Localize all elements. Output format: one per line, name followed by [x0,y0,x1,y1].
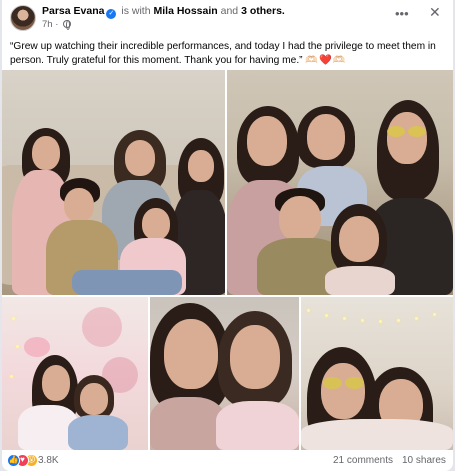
tagged-person-link[interactable]: Mila Hossain [154,5,218,17]
post-footer: 👍 ♥ 😮 3.8K 21 comments 10 shares [2,450,453,471]
post-meta: 7h · [42,19,72,30]
globe-icon [63,20,72,30]
more-options-icon[interactable]: ••• [395,6,409,21]
and-text: and [220,5,239,17]
post-card: Parsa Evana ✓ is with Mila Hossain and 3 … [2,0,453,471]
photo-3[interactable] [2,297,148,450]
author-name[interactable]: Parsa Evana [42,5,104,17]
shares-count[interactable]: 10 shares [402,455,446,466]
photo-5[interactable] [301,297,453,450]
like-icon: 👍 [7,454,20,467]
close-icon[interactable]: ✕ [429,4,441,21]
photo-grid [2,70,453,450]
caption-text: “Grew up watching their incredible perfo… [10,41,436,66]
post-time[interactable]: 7h [42,19,53,30]
post-title-line: Parsa Evana ✓ is with Mila Hossain and 3 … [42,5,285,19]
photo-1[interactable] [2,70,225,295]
meta-separator: · [55,19,59,30]
tagged-others-link[interactable]: 3 others. [241,5,285,17]
reaction-count[interactable]: 3.8K [38,455,59,466]
comments-count[interactable]: 21 comments [333,455,393,466]
caption-emoji: 🫶🏻❤️🫶🏻 [305,55,347,66]
photo-4[interactable] [150,297,299,450]
photo-2[interactable] [227,70,453,295]
author-avatar[interactable] [10,5,36,31]
post-caption: “Grew up watching their incredible perfo… [10,40,450,68]
verified-badge-icon: ✓ [106,9,117,19]
post-header: Parsa Evana ✓ is with Mila Hossain and 3 … [2,0,453,38]
is-with-text: is with [121,5,151,17]
